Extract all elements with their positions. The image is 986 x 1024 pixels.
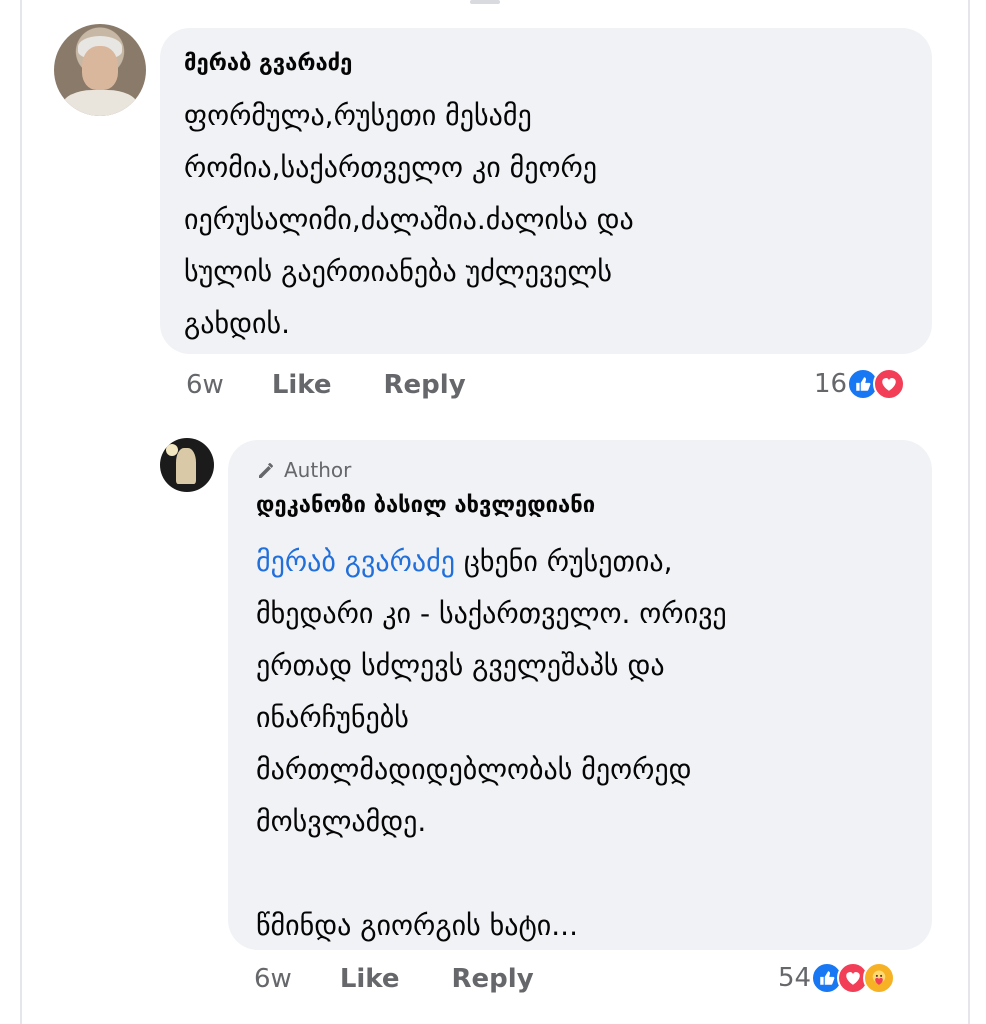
right-border xyxy=(968,0,970,1024)
mention-link[interactable]: მერაბ გვარაძე xyxy=(256,545,455,578)
top-divider xyxy=(470,0,500,4)
author-badge-label: Author xyxy=(284,458,352,482)
avatar[interactable] xyxy=(54,24,146,116)
care-icon xyxy=(863,962,896,994)
love-icon xyxy=(873,368,906,400)
reply-text-body: ცხენი რუსეთია, მხედარი კი - საქართველო. … xyxy=(256,545,727,942)
comment-text: ფორმულა,რუსეთი მესამე რომია,საქართველო კ… xyxy=(184,99,634,340)
avatar[interactable] xyxy=(160,438,214,492)
reply-button[interactable]: Reply xyxy=(452,964,534,994)
reply-bubble: Author დეკანოზი ბასილ ახვლედიანი მერაბ გ… xyxy=(228,440,932,950)
comment-text: მერაბ გვარაძე ცხენი რუსეთია, მხედარი კი … xyxy=(256,536,906,952)
author-badge: Author xyxy=(256,458,351,482)
comment-timestamp[interactable]: 6w xyxy=(254,964,292,994)
comment-author-name[interactable]: მერაბ გვარაძე xyxy=(184,50,352,78)
comment-author-name[interactable]: დეკანოზი ბასილ ახვლედიანი xyxy=(256,492,595,520)
reply-button[interactable]: Reply xyxy=(384,370,466,400)
reaction-summary[interactable]: 54 xyxy=(778,962,896,994)
comment-actions: 6w Like Reply xyxy=(186,370,518,400)
left-border xyxy=(20,0,22,1024)
pencil-icon xyxy=(259,463,273,478)
reaction-count: 54 xyxy=(778,963,812,993)
reaction-summary[interactable]: 16 xyxy=(814,368,906,400)
comment-bubble: მერაბ გვარაძე ფორმულა,რუსეთი მესამე რომი… xyxy=(160,28,932,354)
like-button[interactable]: Like xyxy=(272,370,332,400)
reaction-count: 16 xyxy=(814,369,848,399)
like-button[interactable]: Like xyxy=(340,964,400,994)
comment-timestamp[interactable]: 6w xyxy=(186,370,224,400)
comment-actions: 6w Like Reply xyxy=(254,964,586,994)
